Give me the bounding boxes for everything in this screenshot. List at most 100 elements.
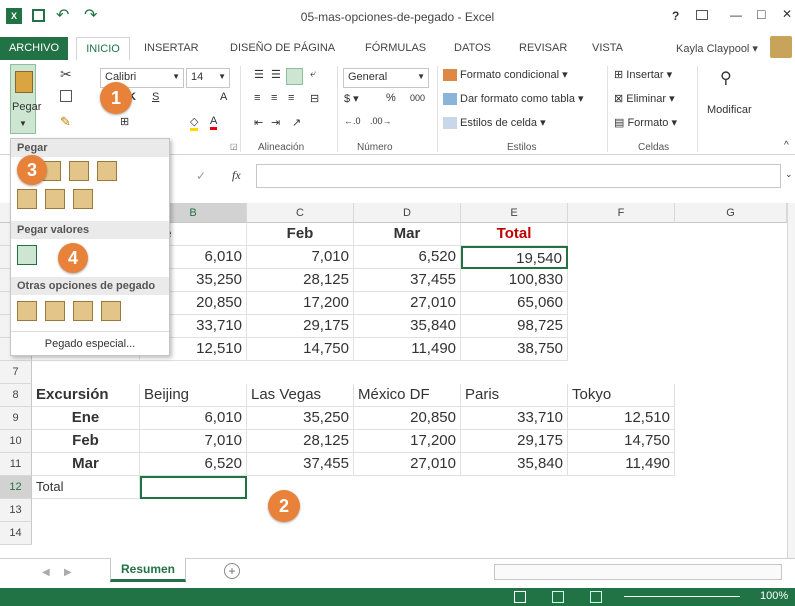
cell-d11[interactable]: 27,010 (354, 453, 461, 476)
number-format-select[interactable]: General ▼ (343, 68, 429, 88)
col-header-f[interactable]: F (568, 203, 675, 223)
tab-formulas[interactable]: FÓRMULAS (365, 42, 426, 54)
font-dialog-icon[interactable]: ◲ (230, 142, 238, 151)
collapse-ribbon-icon[interactable]: ^ (784, 140, 789, 151)
cell-c11[interactable]: 37,455 (247, 453, 354, 476)
cell-c3[interactable]: 28,125 (247, 269, 354, 292)
paste-link-icon[interactable] (45, 301, 65, 321)
cell-f10[interactable]: 14,750 (568, 430, 675, 453)
cell-d3[interactable]: 37,455 (354, 269, 461, 292)
cell-e3[interactable]: 100,830 (461, 269, 568, 292)
paste-values-icon[interactable] (17, 245, 37, 265)
format-cells-button[interactable]: ▤ Formato ▾ (614, 116, 677, 129)
cell-c1[interactable]: Feb (247, 223, 354, 246)
increase-decimal-icon[interactable]: ←.0 (344, 116, 361, 126)
help-icon[interactable]: ? (672, 9, 679, 23)
increase-indent-icon[interactable]: ⇥ (271, 116, 280, 129)
paste-number-format-icon[interactable] (69, 161, 89, 181)
cell-f11[interactable]: 11,490 (568, 453, 675, 476)
cell-b12-selected[interactable] (140, 476, 247, 499)
align-top-icon[interactable]: ☰ (254, 68, 264, 81)
wrap-text-icon[interactable]: ⤶ (310, 68, 316, 81)
align-bottom-icon[interactable] (286, 68, 303, 85)
tab-revisar[interactable]: REVISAR (519, 42, 567, 54)
modify-button[interactable]: Modificar (707, 104, 752, 116)
cell-d2[interactable]: 6,520 (354, 246, 461, 269)
paste-special-item[interactable]: Pegado especial... (11, 331, 169, 355)
zoom-level[interactable]: 100% (760, 590, 788, 602)
cell-e5[interactable]: 98,725 (461, 315, 568, 338)
cell-c2[interactable]: 7,010 (247, 246, 354, 269)
cell-d4[interactable]: 27,010 (354, 292, 461, 315)
decrease-indent-icon[interactable]: ⇤ (254, 116, 263, 129)
row-header[interactable]: 8 (0, 384, 32, 407)
copy-icon[interactable] (60, 90, 72, 102)
cell-c10[interactable]: 28,125 (247, 430, 354, 453)
row-header[interactable]: 11 (0, 453, 32, 476)
avatar[interactable] (770, 36, 792, 58)
tab-inicio[interactable]: INICIO (76, 37, 130, 61)
cell-e8[interactable]: Paris (461, 384, 568, 407)
cell-e4[interactable]: 65,060 (461, 292, 568, 315)
sheet-tab-resumen[interactable]: Resumen (110, 558, 186, 582)
cell-d10[interactable]: 17,200 (354, 430, 461, 453)
ribbon-display-icon[interactable] (696, 10, 708, 20)
row-header[interactable]: 14 (0, 522, 32, 545)
binoculars-icon[interactable]: ⚲ (720, 68, 732, 88)
expand-formula-icon[interactable]: ⌄ (785, 169, 793, 180)
cell-d5[interactable]: 35,840 (354, 315, 461, 338)
tab-insertar[interactable]: INSERTAR (144, 42, 199, 54)
paste-picture-icon[interactable] (73, 301, 93, 321)
cell-b9[interactable]: 6,010 (140, 407, 247, 430)
page-break-icon[interactable] (590, 591, 602, 603)
decrease-decimal-icon[interactable]: .00→ (370, 116, 392, 126)
paste-keep-format-icon[interactable] (97, 161, 117, 181)
cell-d8[interactable]: México DF (354, 384, 461, 407)
col-header-g[interactable]: G (675, 203, 787, 223)
paste-linked-picture-icon[interactable] (101, 301, 121, 321)
merge-icon[interactable]: ⊟ (310, 92, 319, 105)
paste-button[interactable]: Pegar ▼ (10, 64, 41, 134)
cell-e6[interactable]: 38,750 (461, 338, 568, 361)
orientation-icon[interactable]: ↗ (292, 116, 301, 129)
insert-cells-button[interactable]: ⊞ Insertar ▾ (614, 68, 672, 81)
row-header[interactable]: 12 (0, 476, 32, 499)
page-layout-icon[interactable] (552, 591, 564, 603)
paste-formatting-icon[interactable] (17, 301, 37, 321)
scroll-right-icon[interactable]: ▶ (64, 567, 72, 578)
cell-b10[interactable]: 7,010 (140, 430, 247, 453)
cell-c6[interactable]: 14,750 (247, 338, 354, 361)
delete-cells-button[interactable]: ⊠ Eliminar ▾ (614, 92, 675, 105)
horizontal-scrollbar[interactable] (494, 564, 782, 580)
comma-icon[interactable]: 000 (410, 93, 425, 103)
cell-e2[interactable]: 19,540 (461, 246, 568, 269)
cell-b8[interactable]: Beijing (140, 384, 247, 407)
cell-c4[interactable]: 17,200 (247, 292, 354, 315)
cell-a8[interactable]: Excursión (32, 384, 140, 407)
cell-c8[interactable]: Las Vegas (247, 384, 354, 407)
font-grow-icon[interactable]: A (220, 91, 227, 103)
cell-styles-button[interactable]: Estilos de celda ▾ (443, 116, 546, 130)
align-middle-icon[interactable]: ☰ (271, 68, 281, 81)
cut-icon[interactable]: ✂ (60, 66, 72, 83)
col-header-c[interactable]: C (247, 203, 354, 223)
tab-datos[interactable]: DATOS (454, 42, 491, 54)
cell-d1[interactable]: Mar (354, 223, 461, 246)
table-format-button[interactable]: Dar formato como tabla ▾ (443, 92, 584, 106)
cell-b11[interactable]: 6,520 (140, 453, 247, 476)
cell-e9[interactable]: 33,710 (461, 407, 568, 430)
cell-e1[interactable]: Total (461, 223, 568, 246)
font-color-icon[interactable]: A (210, 115, 218, 130)
cell-e11[interactable]: 35,840 (461, 453, 568, 476)
borders-icon[interactable]: ⊞ (120, 115, 129, 128)
col-header-d[interactable]: D (354, 203, 461, 223)
formula-input[interactable] (256, 164, 781, 188)
cell-a12[interactable]: Total (32, 476, 140, 499)
cell-f9[interactable]: 12,510 (568, 407, 675, 430)
zoom-slider[interactable] (624, 596, 740, 597)
row-header[interactable]: 9 (0, 407, 32, 430)
vertical-scrollbar[interactable] (787, 203, 795, 558)
row-header[interactable]: 13 (0, 499, 32, 522)
percent-icon[interactable]: % (386, 92, 396, 104)
close-button[interactable]: ✕ (782, 7, 792, 21)
